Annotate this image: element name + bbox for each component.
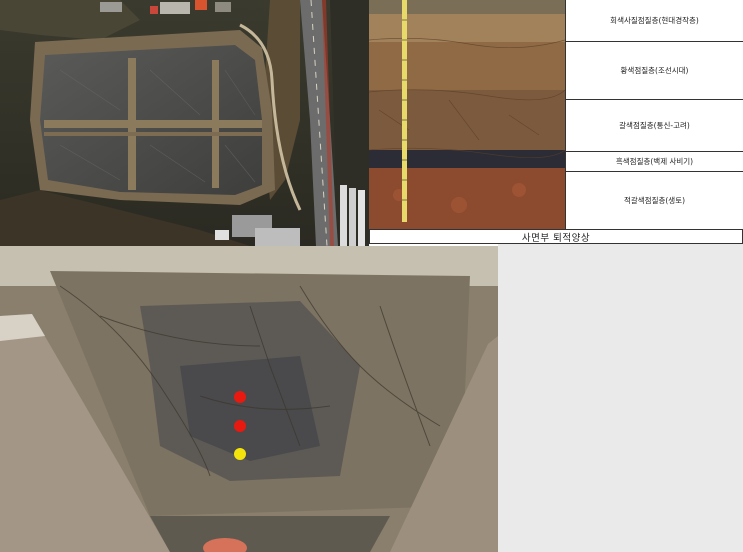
sample-point-marker — [234, 448, 246, 460]
layer-row: 갈색점질층(통신-고려) — [566, 100, 743, 152]
blank-area — [498, 244, 743, 552]
layer-row: 회색사질점질층(현대경작층) — [566, 0, 743, 42]
sample-point-marker — [234, 391, 246, 403]
layer-label: 적갈색점질층(생토) — [623, 196, 686, 205]
sediment-layer-table: 회색사질점질층(현대경작층) 황색점질층(조선시대) 갈색점질층(통신-고려) … — [565, 0, 743, 229]
profile-caption: 사면부 퇴적양상 — [369, 229, 743, 244]
layer-label: 흑색점질층(백제 사비기) — [615, 157, 694, 166]
layer-label: 황색점질층(조선시대) — [620, 66, 689, 75]
layer-row: 황색점질층(조선시대) — [566, 42, 743, 100]
trench-section-photo — [0, 246, 498, 552]
layer-label: 회색사질점질층(현대경작층) — [610, 16, 699, 25]
layer-row: 흑색점질층(백제 사비기) — [566, 152, 743, 172]
layer-label: 갈색점질층(통신-고려) — [619, 121, 690, 130]
sample-point-marker — [234, 420, 246, 432]
sediment-profile-photo — [369, 0, 565, 229]
layer-row: 적갈색점질층(생토) — [566, 172, 743, 229]
aerial-site-photo — [0, 0, 369, 246]
profile-caption-text: 사면부 퇴적양상 — [521, 232, 591, 244]
